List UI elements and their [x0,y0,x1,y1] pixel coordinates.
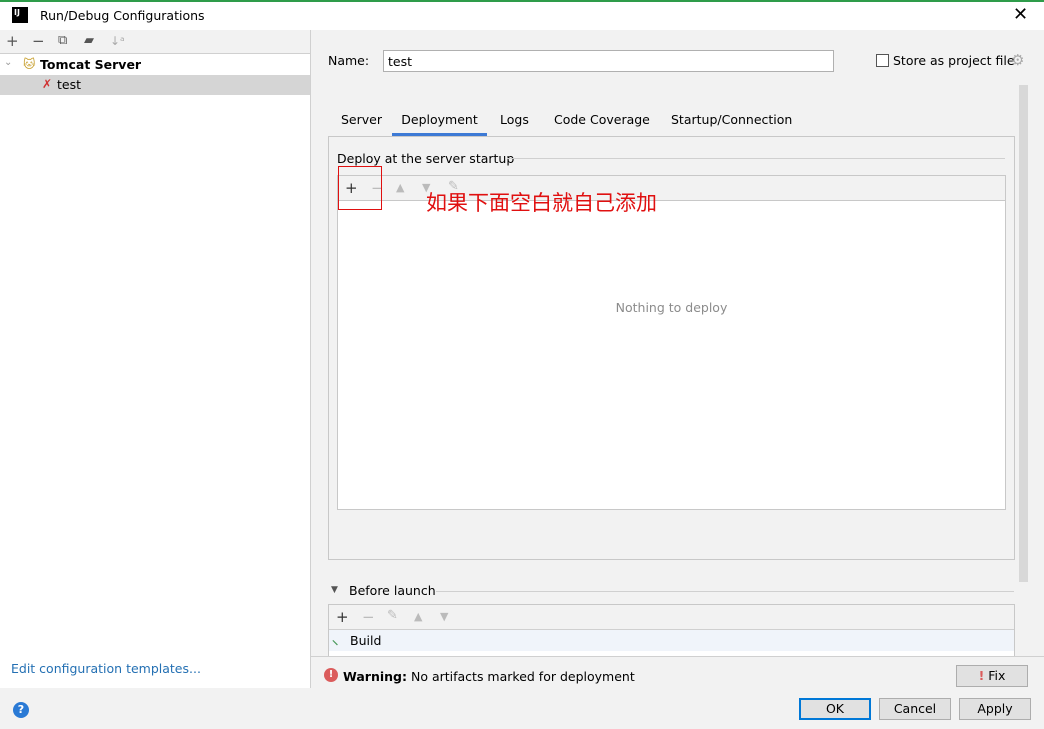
ok-button[interactable]: OK [799,698,871,720]
tomcat-icon: 🐱 [23,57,36,71]
tab-content-panel: Deploy at the server startup + − ▲ ▼ ✎ N… [328,136,1015,560]
tab-deployment[interactable]: Deployment [392,111,487,136]
separator [436,591,1014,592]
collapse-icon[interactable]: ▼ [331,585,338,595]
sort-icon[interactable]: ↓ᵃ [110,33,125,49]
annotation-text: 如果下面空白就自己添加 [426,191,657,215]
chevron-down-icon[interactable]: ⌄ [4,57,12,68]
move-up-icon[interactable]: ▲ [396,180,404,196]
warning-text: Warning: No artifacts marked for deploym… [343,669,635,684]
deploy-section-title: Deploy at the server startup [337,151,515,166]
name-input[interactable] [383,50,834,72]
copy-icon[interactable]: ⧉ [58,33,67,49]
bulb-icon: ! [978,668,985,683]
edit-icon[interactable]: ✎ [387,608,398,624]
app-icon: IJ [12,7,28,23]
empty-text: Nothing to deploy [615,300,728,315]
warning-label: Warning: [343,669,407,684]
separator [311,656,1044,657]
list-item[interactable]: ⸜ Build [329,630,1014,651]
hammer-icon: ⸜ [332,632,339,647]
fix-label: Fix [988,668,1006,683]
before-launch-list: + − ✎ ▲ ▼ ⸜ Build [328,604,1015,656]
tree-item-label: Tomcat Server [40,57,142,72]
separator [507,158,1005,159]
name-label: Name: [328,53,370,68]
tree-item-label: test [57,77,82,92]
move-down-icon[interactable]: ▼ [440,609,448,625]
before-launch-toolbar: + − ✎ ▲ ▼ [329,605,1014,630]
tree-item-test[interactable]: ✗ test [0,75,310,95]
close-icon[interactable]: ✕ [1013,4,1028,25]
scrollbar[interactable] [1019,85,1028,582]
apply-button[interactable]: Apply [959,698,1031,720]
annotation-box [338,166,382,210]
add-icon[interactable]: + [336,609,349,625]
tab-code-coverage[interactable]: Code Coverage [554,111,650,136]
tomcat-error-icon: ✗ [42,77,53,91]
tab-logs[interactable]: Logs [500,111,529,136]
remove-icon[interactable]: − [32,33,45,49]
fix-button[interactable]: ! Fix [956,665,1028,687]
help-icon[interactable]: ? [13,702,29,718]
tree-toolbar: + − ⧉ ▰ ↓ᵃ [0,30,310,54]
edit-templates-link[interactable]: Edit configuration templates... [11,661,201,676]
add-icon[interactable]: + [6,33,19,49]
warning-message: No artifacts marked for deployment [410,669,635,684]
window-title: Run/Debug Configurations [40,8,205,23]
cancel-button[interactable]: Cancel [879,698,951,720]
tree-item-tomcat-server[interactable]: ⌄ 🐱 Tomcat Server [0,55,310,75]
move-up-icon[interactable]: ▲ [414,609,422,625]
folder-add-icon[interactable]: ▰ [84,33,94,49]
before-launch-title: Before launch [349,583,436,598]
list-item-label: Build [350,633,382,648]
config-tree-panel: + − ⧉ ▰ ↓ᵃ ⌄ 🐱 Tomcat Server ✗ test Edit… [0,30,311,688]
tab-startup-connection[interactable]: Startup/Connection [671,111,792,136]
store-checkbox[interactable] [876,54,889,67]
error-icon: ! [324,668,338,682]
remove-icon[interactable]: − [362,609,375,625]
title-bar: IJ Run/Debug Configurations ✕ [0,0,1044,30]
tab-server[interactable]: Server [341,111,382,136]
deploy-list: + − ▲ ▼ ✎ Nothing to deploy [337,175,1006,510]
gear-icon[interactable]: ⚙ [1011,51,1024,69]
store-label[interactable]: Store as project file [893,53,1015,68]
